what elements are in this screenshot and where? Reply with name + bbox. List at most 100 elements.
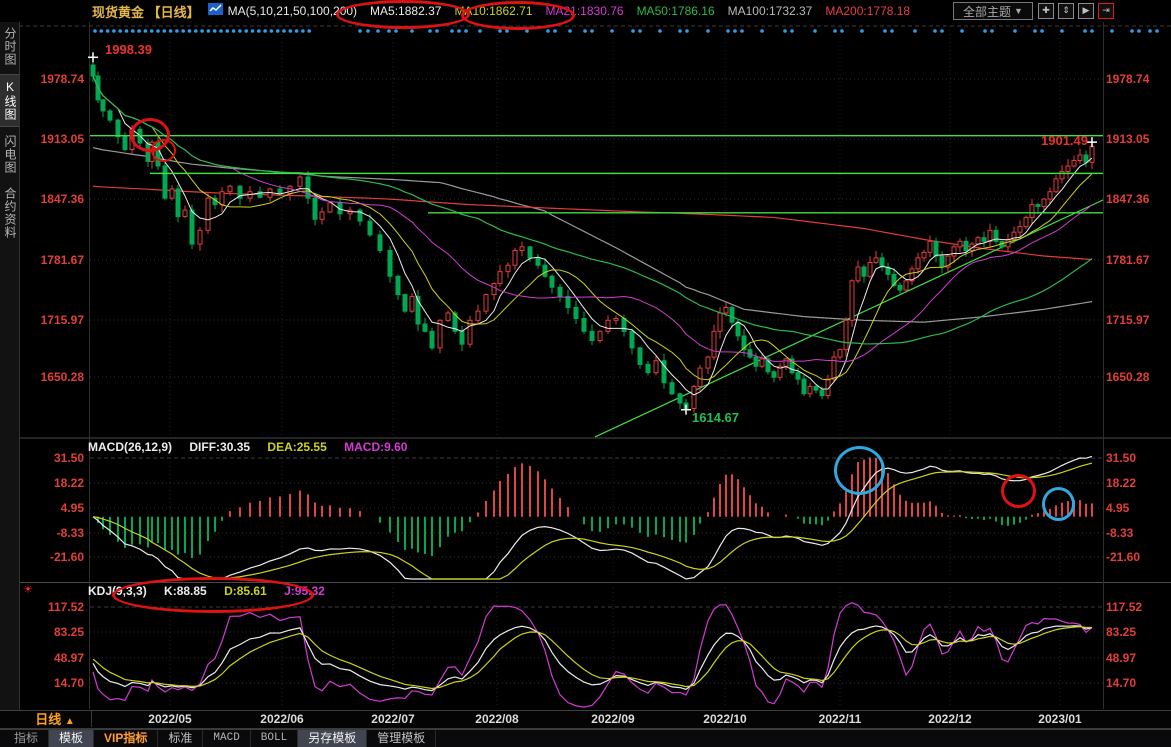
event-dot bbox=[181, 29, 185, 33]
event-dot bbox=[213, 29, 217, 33]
candle-body bbox=[170, 189, 174, 198]
kdj-settings-icon[interactable]: ☀ bbox=[23, 583, 33, 596]
x-axis-label: 2022/06 bbox=[247, 712, 317, 726]
price-axis-label: 83.25 bbox=[1106, 625, 1170, 639]
event-dot bbox=[706, 29, 710, 33]
event-dot bbox=[478, 29, 482, 33]
event-dot bbox=[282, 29, 286, 33]
macd-diff-value: DIFF:30.35 bbox=[189, 440, 250, 454]
sidebar-item-contract-info[interactable]: 合约资料 bbox=[0, 182, 19, 244]
tab-save-template[interactable]: 另存模板 bbox=[298, 730, 367, 747]
event-dot bbox=[813, 29, 817, 33]
tab-vip-indicator[interactable]: VIP指标 bbox=[94, 730, 158, 747]
sidebar-item-time-chart[interactable]: 分时图 bbox=[0, 22, 19, 71]
tab-manage-template[interactable]: 管理模板 bbox=[367, 730, 436, 747]
candle-body bbox=[1048, 192, 1052, 199]
event-dot bbox=[610, 29, 614, 33]
sidebar-item-kline-chart[interactable]: K线图 bbox=[0, 74, 19, 127]
candle-body bbox=[928, 241, 932, 252]
candle-body bbox=[306, 177, 310, 198]
candle-body bbox=[1060, 172, 1064, 179]
event-dot bbox=[740, 29, 744, 33]
candle-body bbox=[922, 252, 926, 258]
candle-body bbox=[1090, 146, 1094, 162]
candle-body bbox=[123, 137, 127, 150]
event-dot bbox=[125, 29, 129, 33]
tab-boll[interactable]: BOLL bbox=[251, 730, 298, 747]
period-selector[interactable]: 日线 ▲ bbox=[19, 711, 92, 727]
candle-body bbox=[1030, 205, 1034, 218]
candle-body bbox=[378, 235, 382, 251]
theme-selector-button[interactable]: 全部主题 ▼ bbox=[953, 2, 1033, 20]
event-dot bbox=[860, 29, 864, 33]
candle-body bbox=[850, 281, 854, 320]
event-dot bbox=[131, 29, 135, 33]
event-dot bbox=[960, 29, 964, 33]
price-axis-label: 48.97 bbox=[1106, 651, 1170, 665]
candle-body bbox=[543, 265, 547, 276]
event-dot bbox=[678, 29, 682, 33]
candle-body bbox=[898, 285, 902, 290]
event-dot bbox=[1060, 29, 1064, 33]
price-axis-label: 1978.74 bbox=[1106, 72, 1170, 86]
event-dot bbox=[428, 29, 432, 33]
candle-body bbox=[430, 331, 434, 348]
event-dot bbox=[307, 29, 311, 33]
event-dot bbox=[1130, 29, 1134, 33]
event-dot bbox=[685, 29, 689, 33]
price-chart-canvas bbox=[0, 0, 1171, 747]
candle-body bbox=[320, 212, 324, 219]
pan-icon[interactable]: ✚ bbox=[1038, 3, 1054, 19]
candle-body bbox=[1042, 199, 1046, 206]
candle-body bbox=[718, 313, 722, 331]
tab-standard[interactable]: 标准 bbox=[158, 730, 203, 747]
event-dot bbox=[194, 29, 198, 33]
tab-macd[interactable]: MACD bbox=[203, 730, 250, 747]
event-dot bbox=[93, 29, 97, 33]
macd-title: MACD(26,12,9) bbox=[88, 440, 172, 454]
ma-value: MA50:1786.16 bbox=[637, 4, 715, 18]
candle-body bbox=[368, 221, 372, 235]
candle-body bbox=[476, 311, 480, 320]
event-dot bbox=[156, 29, 160, 33]
ma-settings-label: MA(5,10,21,50,100,200) bbox=[228, 4, 357, 18]
candle-body bbox=[528, 247, 532, 258]
event-dot bbox=[175, 29, 179, 33]
event-dot bbox=[238, 29, 242, 33]
axis-scale-icon[interactable]: ⇕ bbox=[1058, 3, 1074, 19]
candle-body bbox=[498, 272, 502, 284]
export-chart-icon[interactable]: ⇥ bbox=[1098, 3, 1114, 19]
candle-body bbox=[388, 251, 392, 277]
event-dot bbox=[983, 29, 987, 33]
candle-body bbox=[288, 186, 292, 193]
candle-body bbox=[796, 373, 800, 379]
candle-body bbox=[654, 361, 658, 373]
event-dot bbox=[498, 29, 502, 33]
candle-body bbox=[598, 331, 602, 340]
event-dot bbox=[568, 29, 572, 33]
candle-body bbox=[988, 230, 992, 241]
candle-body bbox=[916, 258, 920, 269]
header-toolbar: ✚⇕▶⇥ bbox=[1038, 3, 1114, 19]
macd-macd-value: MACD:9.60 bbox=[344, 440, 407, 454]
ma-value: MA5:1882.37 bbox=[370, 4, 441, 18]
scroll-right-icon[interactable]: ▶ bbox=[1078, 3, 1094, 19]
event-dot bbox=[276, 29, 280, 33]
candle-body bbox=[622, 318, 626, 331]
x-axis-label: 2022/10 bbox=[690, 712, 760, 726]
event-dot bbox=[457, 29, 461, 33]
candle-body bbox=[784, 359, 788, 366]
event-dot bbox=[940, 29, 944, 33]
candle-body bbox=[536, 258, 540, 265]
event-dot bbox=[150, 29, 154, 33]
event-dot bbox=[118, 29, 122, 33]
event-dot bbox=[583, 29, 587, 33]
candle-body bbox=[228, 186, 232, 192]
macd-dea-value: DEA:25.55 bbox=[267, 440, 326, 454]
x-axis-label: 2022/05 bbox=[135, 712, 205, 726]
sidebar-item-flash-chart[interactable]: 闪电图 bbox=[0, 130, 19, 179]
tab-template[interactable]: 模板 bbox=[49, 730, 94, 747]
tab-indicator[interactable]: 指标 bbox=[4, 730, 49, 747]
indicator-tab-bar: 指标模板VIP指标标准MACDBOLL另存模板管理模板 bbox=[0, 729, 1171, 747]
candle-body bbox=[582, 318, 586, 331]
